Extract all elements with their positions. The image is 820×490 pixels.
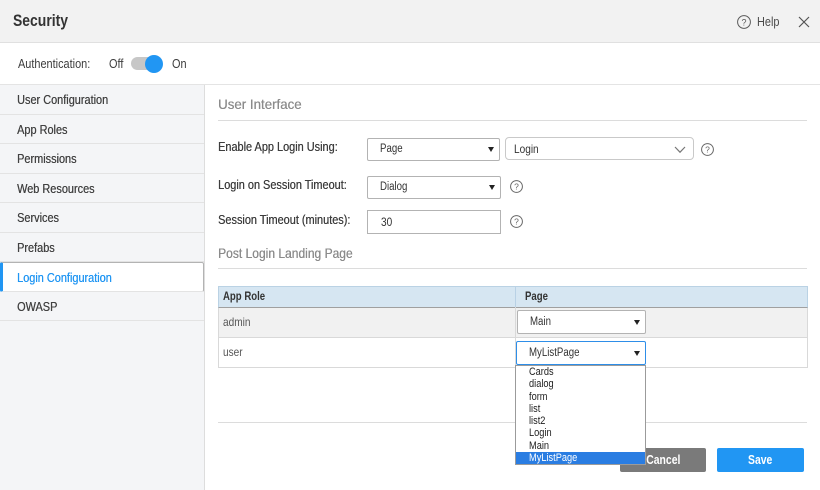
- svg-text:?: ?: [514, 217, 519, 227]
- svg-text:?: ?: [741, 17, 746, 27]
- svg-text:?: ?: [514, 182, 519, 192]
- svg-text:?: ?: [705, 145, 710, 155]
